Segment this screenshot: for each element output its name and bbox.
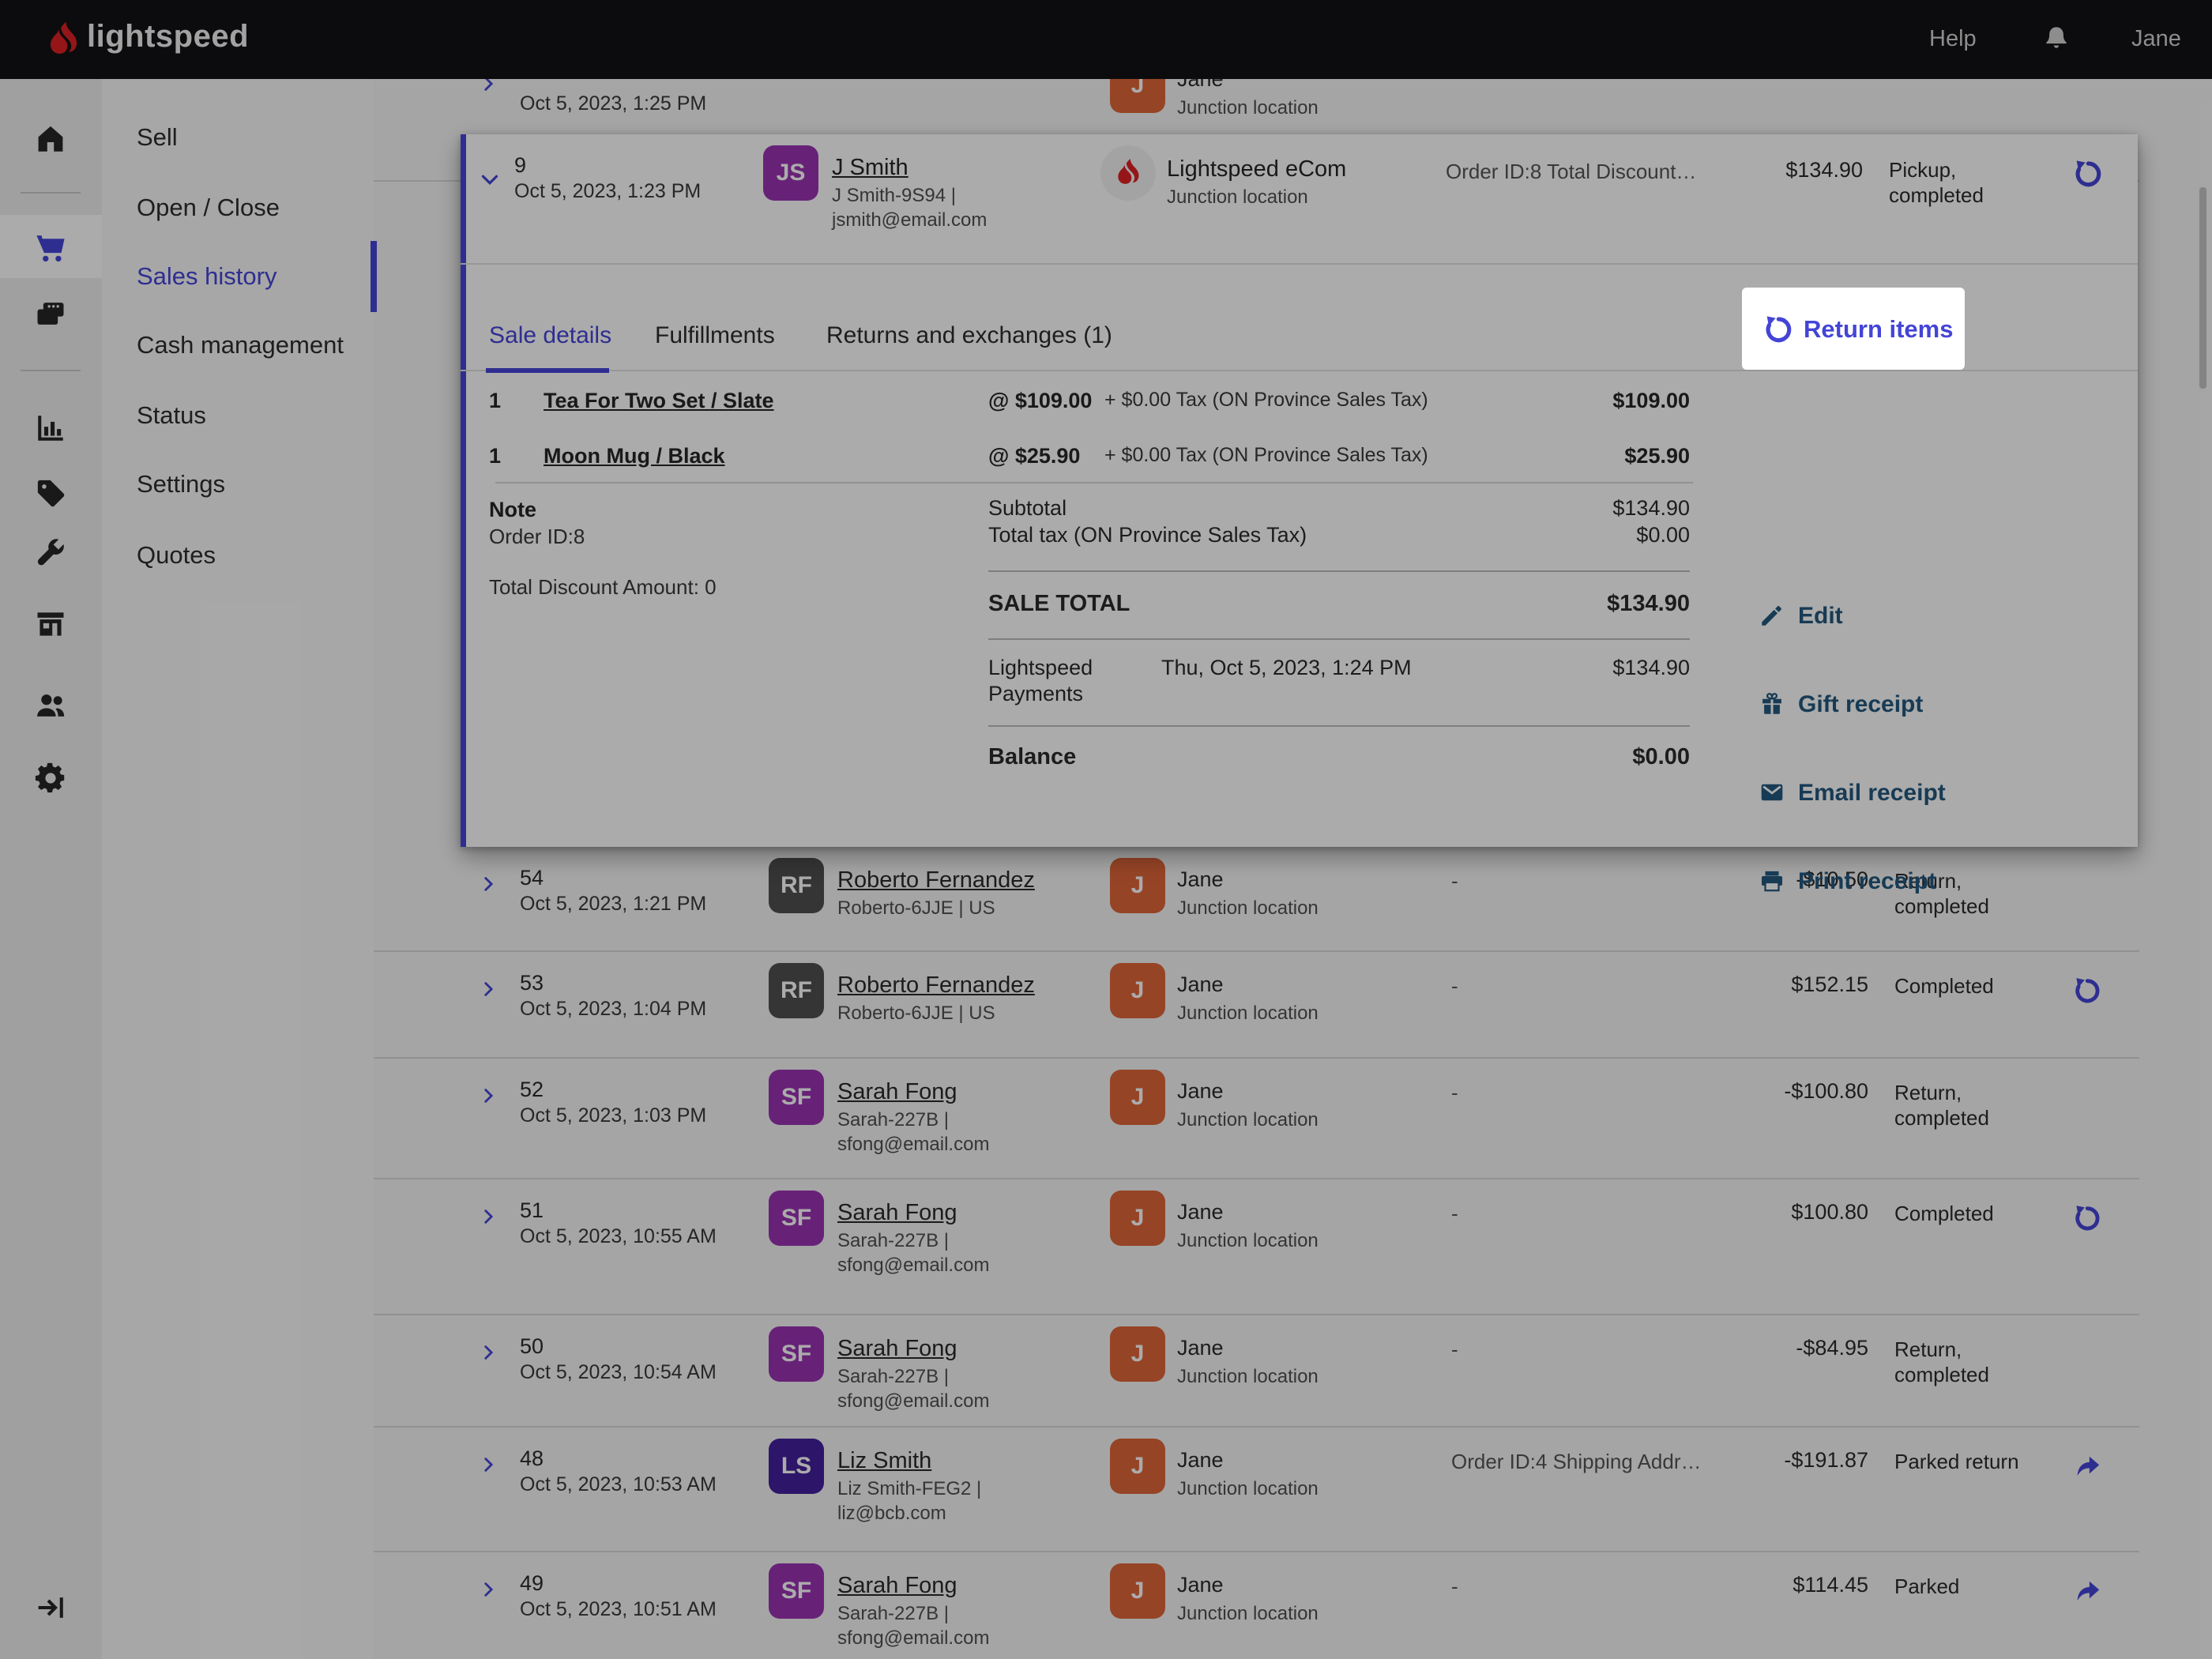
return-items-icon — [1762, 314, 1794, 349]
app-root: lightspeed Help Jane SellOpen / CloseSal… — [0, 0, 2212, 1659]
dim-overlay — [0, 0, 2212, 1659]
return-items-button[interactable]: Return items — [1804, 315, 1953, 344]
return-items-spotlight[interactable]: Return items — [1742, 288, 1965, 370]
